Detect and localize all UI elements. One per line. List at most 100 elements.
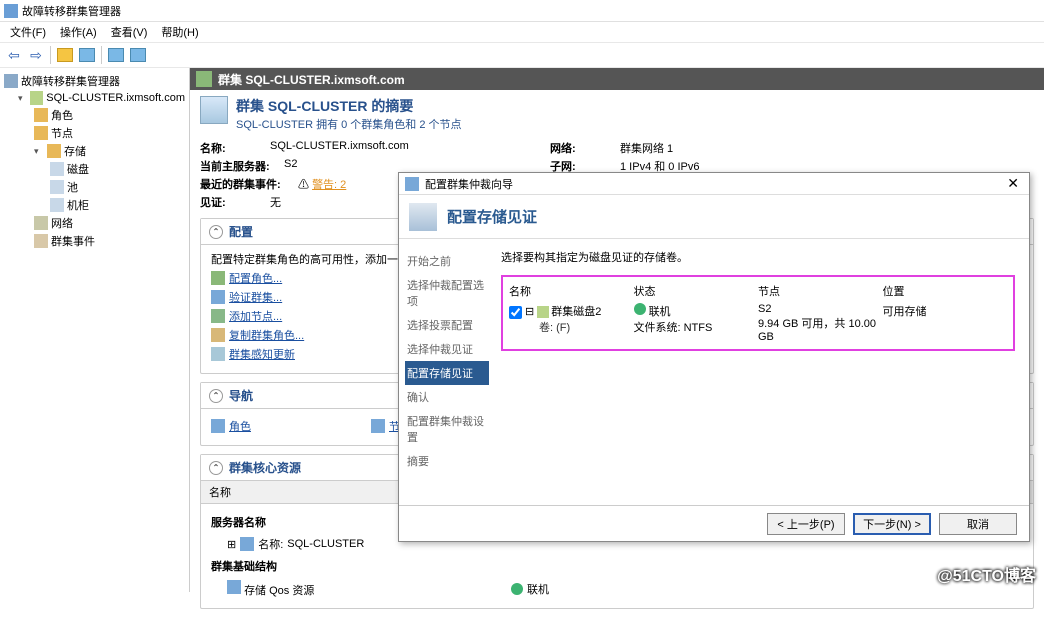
disk-status: 联机 (649, 306, 671, 318)
collapse-icon[interactable]: ⌃ (209, 461, 223, 475)
disk-row[interactable]: ⊟ 群集磁盘2 卷: (F) 联机 文件系统: NTFS S2 9.94 GB … (509, 301, 1007, 345)
configure-role-icon (211, 271, 225, 285)
tree-nodes[interactable]: 节点 (4, 124, 185, 142)
step-confirm: 确认 (405, 385, 489, 409)
col-disk-location[interactable]: 位置 (883, 283, 1008, 299)
tree-roles[interactable]: 角色 (4, 106, 185, 124)
warning-link[interactable]: 警告: 2 (312, 179, 346, 191)
tree-networks[interactable]: 网络 (4, 214, 185, 232)
witness-value: 无 (270, 194, 281, 210)
toolbar-btn-4[interactable] (128, 45, 148, 65)
col-disk-name[interactable]: 名称 (509, 283, 634, 299)
tree-cluster[interactable]: ▾ SQL-CLUSTER.ixmsoft.com (4, 90, 185, 106)
toolbar-btn-3[interactable] (106, 45, 126, 65)
disk-checkbox[interactable] (509, 306, 522, 319)
wizard-banner-title: 配置存储见证 (447, 206, 537, 227)
window-title: 故障转移群集管理器 (22, 3, 121, 19)
roles-icon (34, 108, 48, 122)
forward-button[interactable]: ⇨ (26, 45, 46, 65)
tree-pools[interactable]: 池 (4, 178, 185, 196)
name-row-label: 名称: (258, 536, 283, 552)
add-node-icon (211, 309, 225, 323)
summary-icon (200, 96, 228, 124)
toolbar-btn-1[interactable] (55, 45, 75, 65)
disk-filesystem: 文件系统: NTFS (634, 319, 759, 335)
wizard-banner: 配置存储见证 (399, 195, 1029, 239)
validate-cluster-icon (211, 290, 225, 304)
cluster-icon (30, 91, 43, 105)
disk-location: 可用存储 (883, 306, 927, 318)
step-configure-storage-witness: 配置存储见证 (405, 361, 489, 385)
tree-pools-label: 池 (67, 179, 78, 195)
add-node-link[interactable]: 添加节点... (229, 308, 282, 324)
disk-node: S2 (758, 303, 771, 315)
arrow-left-icon: ⇦ (8, 47, 20, 64)
cluster-name-value: SQL-CLUSTER (287, 538, 364, 550)
col-disk-node[interactable]: 节点 (758, 283, 883, 299)
tree-cluster-label: SQL-CLUSTER.ixmsoft.com (46, 92, 185, 104)
wizard-main: 选择要构其指定为磁盘见证的存储卷。 名称 状态 节点 位置 ⊟ 群集磁盘2 卷:… (495, 239, 1029, 505)
disk-icon (537, 306, 549, 318)
copy-roles-link[interactable]: 复制群集角色... (229, 327, 304, 343)
previous-button[interactable]: < 上一步(P) (767, 513, 845, 535)
infrastructure-group: 群集基础结构 (211, 554, 1023, 578)
tree-root-label: 故障转移群集管理器 (21, 73, 120, 89)
expand-icon[interactable]: ▾ (34, 146, 44, 157)
cluster-aware-update-icon (211, 347, 225, 361)
expand-icon[interactable]: ⊞ (227, 538, 236, 551)
step-select-voting: 选择投票配置 (405, 313, 489, 337)
wizard-footer: < 上一步(P) 下一步(N) > 取消 (399, 505, 1029, 541)
tree-enclosures[interactable]: 机柜 (4, 196, 185, 214)
tree-root[interactable]: 故障转移群集管理器 (4, 72, 185, 90)
content-header: 群集 SQL-CLUSTER.ixmsoft.com (190, 68, 1044, 90)
wizard-titlebar[interactable]: 配置群集仲裁向导 ✕ (399, 173, 1029, 195)
online-status-icon (634, 303, 646, 315)
expand-icon[interactable]: ▾ (18, 93, 27, 104)
step-summary: 摘要 (405, 449, 489, 473)
network-value: 群集网络 1 (620, 140, 673, 156)
menu-file[interactable]: 文件(F) (4, 22, 52, 42)
cluster-manager-icon (4, 74, 18, 88)
disk-space: 9.94 GB 可用，共 10.00 GB (758, 315, 883, 343)
tree-roles-label: 角色 (51, 107, 73, 123)
nav-roles-icon (211, 419, 225, 433)
step-configure-quorum: 配置群集仲裁设置 (405, 409, 489, 449)
back-button[interactable]: ⇦ (4, 45, 24, 65)
cluster-aware-update-link[interactable]: 群集感知更新 (229, 346, 295, 362)
step-select-witness: 选择仲裁见证 (405, 337, 489, 361)
storage-qos-row[interactable]: 存储 Qos 资源 联机 (211, 578, 1023, 600)
network-label: 网络: (550, 140, 620, 156)
tree-enclosures-label: 机柜 (67, 197, 89, 213)
nav-section-title: 导航 (229, 387, 253, 404)
volume-label: 卷: (F) (509, 319, 634, 335)
host-label: 当前主服务器: (200, 158, 284, 174)
tree-events[interactable]: 群集事件 (4, 232, 185, 250)
name-value: SQL-CLUSTER.ixmsoft.com (270, 140, 550, 156)
window-icon (108, 48, 124, 62)
nav-roles-link[interactable]: 角色 (229, 418, 251, 434)
titlebar: 故障转移群集管理器 (0, 0, 1044, 22)
panel-icon (79, 48, 95, 62)
name-label: 名称: (200, 140, 270, 156)
validate-cluster-link[interactable]: 验证群集... (229, 289, 282, 305)
menu-view[interactable]: 查看(V) (105, 22, 154, 42)
col-disk-status[interactable]: 状态 (634, 283, 759, 299)
tree-storage[interactable]: ▾存储 (4, 142, 185, 160)
collapse-icon[interactable]: ⌃ (209, 389, 223, 403)
app-icon (4, 4, 18, 18)
cancel-button[interactable]: 取消 (939, 513, 1017, 535)
recent-event-label: 最近的群集事件: (200, 176, 298, 192)
toolbar: ⇦ ⇨ (0, 42, 1044, 68)
menu-action[interactable]: 操作(A) (54, 22, 103, 42)
disks-icon (50, 162, 64, 176)
toolbar-btn-2[interactable] (77, 45, 97, 65)
online-status-label: 联机 (527, 581, 549, 597)
close-button[interactable]: ✕ (1003, 175, 1023, 192)
tree-disks[interactable]: 磁盘 (4, 160, 185, 178)
separator (50, 46, 51, 64)
configure-role-link[interactable]: 配置角色... (229, 270, 282, 286)
next-button[interactable]: 下一步(N) > (853, 513, 931, 535)
menu-help[interactable]: 帮助(H) (155, 22, 204, 42)
cluster-header-icon (196, 71, 212, 87)
collapse-icon[interactable]: ⌃ (209, 225, 223, 239)
